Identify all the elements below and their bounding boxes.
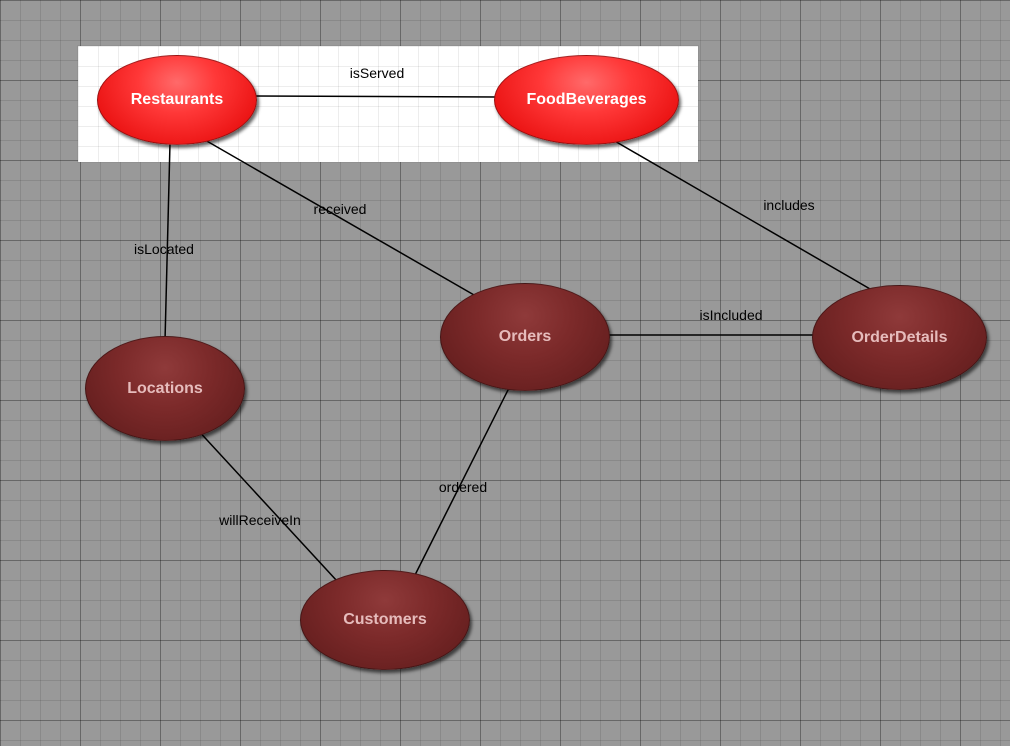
node-restaurants[interactable]: Restaurants: [97, 55, 257, 145]
node-label: Locations: [127, 380, 203, 398]
node-food-beverages[interactable]: FoodBeverages: [494, 55, 679, 145]
edge-label-isServed: isServed: [350, 65, 404, 81]
node-customers[interactable]: Customers: [300, 570, 470, 670]
edge-label-includes: includes: [763, 197, 814, 213]
node-label: OrderDetails: [851, 329, 947, 347]
node-label: Orders: [499, 328, 551, 346]
edge-label-isLocated: isLocated: [134, 241, 194, 257]
node-locations[interactable]: Locations: [85, 336, 245, 441]
node-label: FoodBeverages: [526, 91, 646, 109]
diagram-canvas[interactable]: isServed received includes isLocated isI…: [0, 0, 1010, 746]
edge-label-isIncluded: isIncluded: [699, 307, 762, 323]
edge-label-ordered: ordered: [439, 479, 487, 495]
edge-label-willReceiveIn: willReceiveIn: [219, 512, 301, 528]
node-order-details[interactable]: OrderDetails: [812, 285, 987, 390]
edge-label-received: received: [314, 201, 367, 217]
node-label: Customers: [343, 611, 427, 629]
node-label: Restaurants: [131, 91, 223, 109]
node-orders[interactable]: Orders: [440, 283, 610, 391]
